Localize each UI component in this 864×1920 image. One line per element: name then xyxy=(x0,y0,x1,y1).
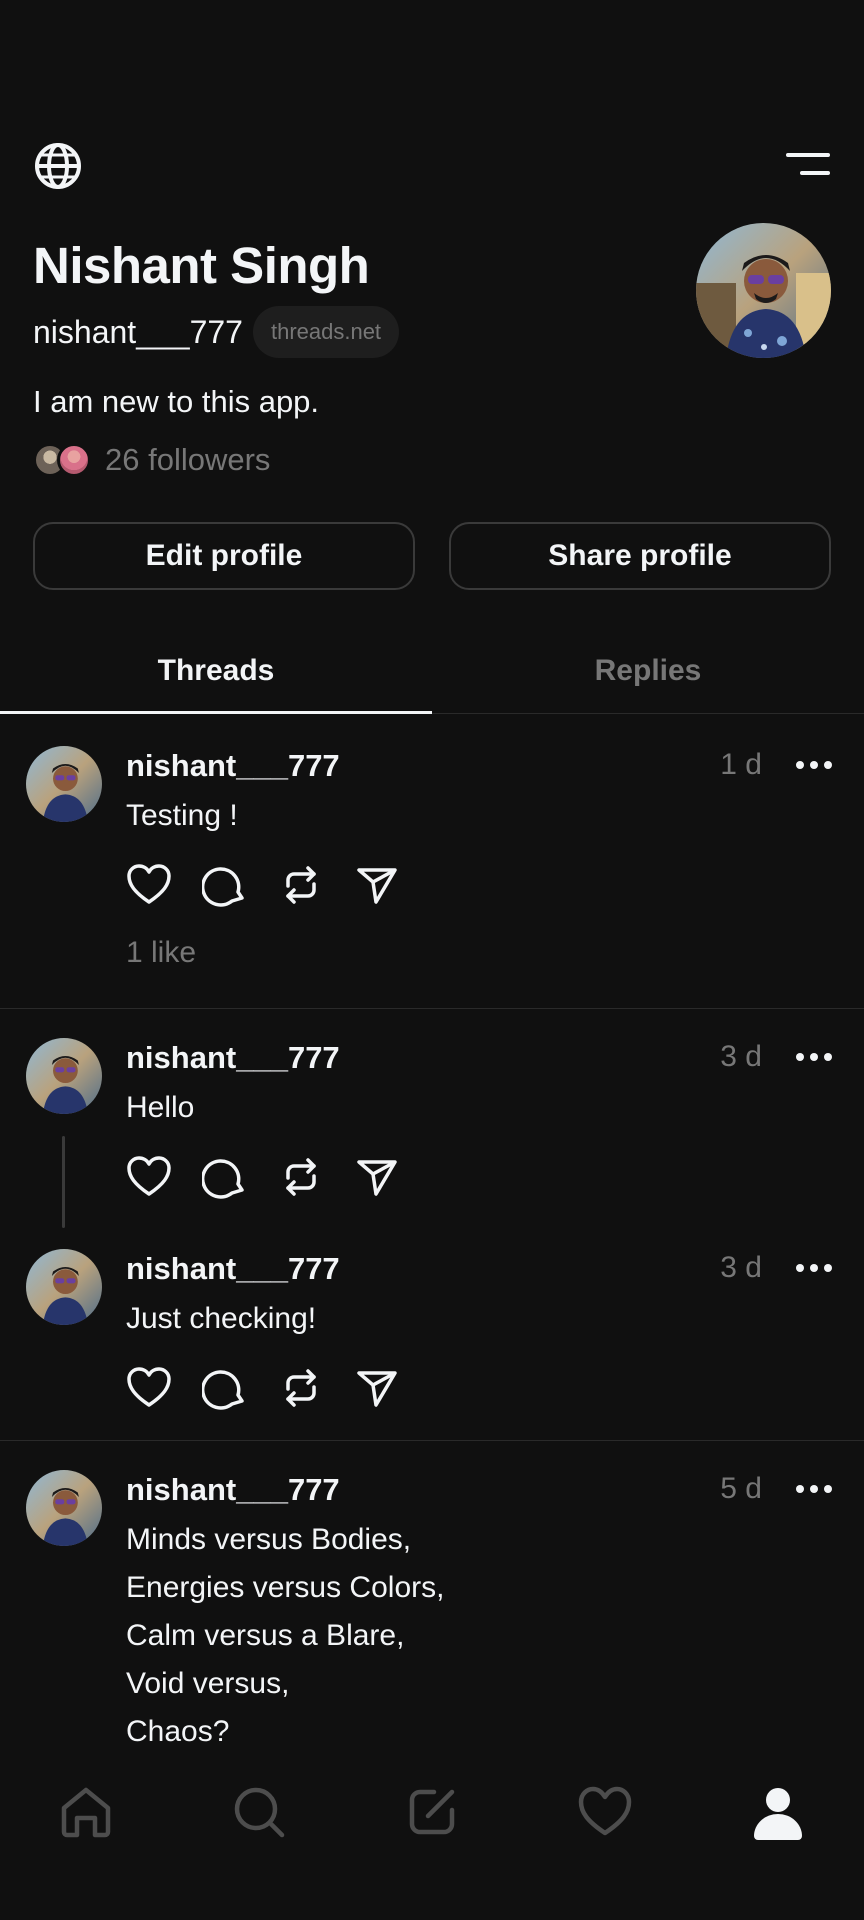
post-divider xyxy=(0,1008,864,1009)
post-actions xyxy=(126,862,430,908)
search-icon[interactable] xyxy=(231,1784,287,1840)
post-divider xyxy=(0,1440,864,1441)
post-text: Hello xyxy=(126,1091,195,1124)
avatar[interactable] xyxy=(26,1249,102,1325)
post-username[interactable]: nishant___777 xyxy=(126,1251,340,1287)
edit-profile-button[interactable]: Edit profile xyxy=(33,522,415,590)
avatar[interactable] xyxy=(26,1038,102,1114)
more-options-icon[interactable] xyxy=(794,759,834,771)
post-timestamp: 5 d xyxy=(720,1472,762,1505)
share-profile-button[interactable]: Share profile xyxy=(449,522,831,590)
post-username[interactable]: nishant___777 xyxy=(126,1472,340,1508)
heart-icon[interactable] xyxy=(126,1365,172,1411)
more-options-icon[interactable] xyxy=(794,1483,834,1495)
heart-icon[interactable] xyxy=(126,1154,172,1200)
profile-bio: I am new to this app. xyxy=(33,384,320,419)
repost-icon[interactable] xyxy=(278,862,324,908)
profile-tabs: Threads Replies xyxy=(0,628,864,714)
avatar[interactable] xyxy=(696,223,831,358)
threads-domain-chip[interactable]: threads.net xyxy=(252,306,400,358)
profile-name: Nishant Singh xyxy=(33,237,370,294)
heart-icon[interactable] xyxy=(126,862,172,908)
tab-threads[interactable]: Threads xyxy=(0,628,432,714)
tab-replies[interactable]: Replies xyxy=(432,628,864,714)
repost-icon[interactable] xyxy=(278,1154,324,1200)
follower-avatar xyxy=(57,443,91,477)
comment-icon[interactable] xyxy=(202,1154,248,1200)
followers-row[interactable]: 26 followers xyxy=(33,440,270,480)
menu-icon[interactable] xyxy=(784,146,832,186)
top-bar xyxy=(0,136,864,196)
profile-icon[interactable] xyxy=(750,1784,806,1840)
send-icon[interactable] xyxy=(354,1365,400,1411)
home-icon[interactable] xyxy=(58,1784,114,1840)
likes-count[interactable]: 1 like xyxy=(126,936,196,970)
send-icon[interactable] xyxy=(354,862,400,908)
post-text: Testing ! xyxy=(126,799,238,832)
active-tab-indicator xyxy=(0,711,432,714)
thread-connector-line xyxy=(62,1136,65,1228)
more-options-icon[interactable] xyxy=(794,1262,834,1274)
post-username[interactable]: nishant___777 xyxy=(126,748,340,784)
comment-icon[interactable] xyxy=(202,1365,248,1411)
post-timestamp: 3 d xyxy=(720,1251,762,1284)
post-actions xyxy=(126,1365,430,1411)
post-timestamp: 3 d xyxy=(720,1040,762,1073)
post-text-line: Calm versus a Blare, xyxy=(126,1619,405,1652)
post-actions xyxy=(126,1154,430,1200)
comment-icon[interactable] xyxy=(202,862,248,908)
more-options-icon[interactable] xyxy=(794,1051,834,1063)
post-timestamp: 1 d xyxy=(720,748,762,781)
avatar[interactable] xyxy=(26,746,102,822)
bottom-navigation xyxy=(0,1756,864,1866)
handle-row: nishant___777 threads.net xyxy=(33,306,400,358)
profile-handle: nishant___777 xyxy=(33,313,243,350)
post-text-line: Void versus, xyxy=(126,1667,290,1700)
send-icon[interactable] xyxy=(354,1154,400,1200)
post-text-line: Minds versus Bodies, xyxy=(126,1523,412,1556)
compose-icon[interactable] xyxy=(404,1784,460,1840)
post-text-line: Chaos? xyxy=(126,1715,230,1748)
post-username[interactable]: nishant___777 xyxy=(126,1040,340,1076)
activity-heart-icon[interactable] xyxy=(577,1784,633,1840)
avatar[interactable] xyxy=(26,1470,102,1546)
followers-count[interactable]: 26 followers xyxy=(105,442,270,478)
post-text-line: Energies versus Colors, xyxy=(126,1571,445,1604)
post-text: Just checking! xyxy=(126,1302,317,1335)
globe-icon[interactable] xyxy=(32,140,84,192)
repost-icon[interactable] xyxy=(278,1365,324,1411)
